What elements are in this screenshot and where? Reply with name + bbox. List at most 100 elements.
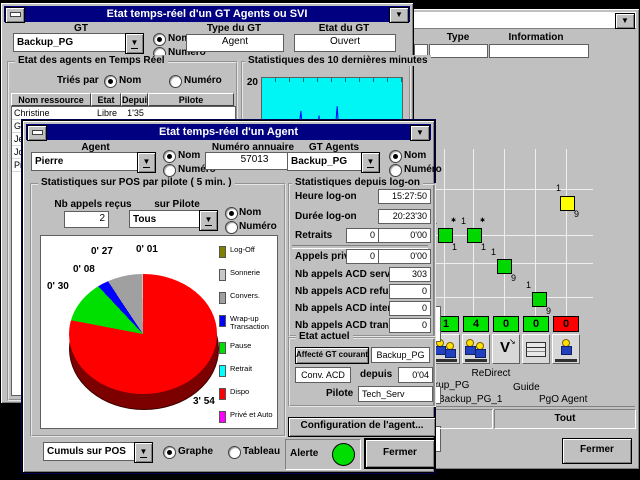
gt-select[interactable]: Backup_PG ▼ [13, 33, 144, 52]
agent-select[interactable]: Pierre ▼ [31, 152, 156, 171]
desk-icon [555, 359, 577, 362]
node-label: 1 [526, 280, 531, 290]
agent-fermer-button[interactable]: Fermer [365, 439, 435, 468]
node-mark: ✱ [480, 217, 485, 224]
appels-prives-time: 0'00 [378, 249, 431, 264]
status-cell-tout[interactable]: Tout [494, 409, 636, 429]
monitor-titlebar[interactable] [412, 12, 636, 29]
legend-label: Dispo [230, 388, 249, 396]
table-row[interactable]: ChristineLibre1'35 [12, 107, 235, 120]
grid-line [433, 235, 593, 236]
gt-type-label: Type du GT [184, 23, 284, 34]
gt-agents-select[interactable]: Backup_PG ▼ [287, 152, 380, 171]
monitor-fermer-button[interactable]: Fermer [562, 438, 632, 464]
legend-swatch [219, 411, 226, 423]
agent-numero-radio[interactable] [163, 164, 176, 177]
combo-dropdown-button[interactable]: ▼ [125, 33, 144, 54]
gt-select-value: Backup_PG [13, 33, 127, 52]
node-label: 1 [556, 183, 561, 193]
monitor-information-column-label: Information [501, 32, 571, 43]
gt-system-menu-button[interactable] [5, 7, 25, 23]
tries-nom-radio[interactable] [104, 75, 117, 88]
legend-item: Sonnerie [219, 269, 273, 281]
depuis-value: 0'04 [398, 367, 433, 383]
legend-swatch [219, 388, 226, 400]
affecte-gt-value: Backup_PG [371, 347, 430, 363]
tries-numero-radio-label: Numéro [184, 75, 222, 86]
agent-system-menu-button[interactable] [27, 125, 47, 141]
pilote-label: Pilote [326, 388, 353, 399]
combo-dropdown-button[interactable]: ▼ [361, 152, 380, 173]
col-depuis[interactable]: Depuis [121, 93, 148, 106]
configuration-button[interactable]: Configuration de l'agent... [288, 417, 436, 437]
pilote-nom-radio[interactable] [225, 207, 238, 220]
y-axis-tick: 20 [245, 77, 258, 88]
logon-stats-group: Statistiques depuis log-on Heure log-on … [288, 183, 436, 337]
retraits-time: 0'00 [378, 228, 431, 243]
node-mark: ✱ [451, 217, 456, 224]
monitor-information-field[interactable] [489, 44, 589, 58]
pie-label-wrapup: 0' 08 [73, 264, 95, 275]
pilote-nom-radio-label: Nom [239, 207, 261, 218]
gt-maximize-button[interactable]: ▼ [389, 7, 409, 23]
col-nom-ressource[interactable]: Nom ressource [11, 93, 91, 106]
duree-logon-label: Durée log-on [295, 211, 357, 222]
grid-line [433, 263, 593, 264]
gt-agents-numero-radio[interactable] [389, 164, 402, 177]
agent-nom-radio[interactable] [163, 150, 176, 163]
gt-agents-nom-radio-label: Nom [404, 150, 426, 161]
tableau-radio[interactable] [228, 446, 241, 459]
legend-label: Convers. [230, 292, 260, 300]
cumuls-select[interactable]: Cumuls sur POS ▼ [43, 442, 153, 461]
gt-agents-nom-radio[interactable] [389, 150, 402, 163]
tries-numero-radio[interactable] [169, 75, 182, 88]
pilote-numero-radio[interactable] [225, 221, 238, 234]
conv-acd-value: Conv. ACD [295, 367, 351, 383]
legend-swatch [219, 269, 226, 281]
pilote-numero-radio-label: Numéro [239, 221, 277, 232]
gt-titlebar[interactable]: Etat temps-réel d'un GT Agents ou SVI [4, 6, 410, 22]
acd-servis-value: 303 [389, 267, 431, 282]
legend-label: Log-Off [230, 246, 255, 254]
tableau-radio-label: Tableau [243, 446, 280, 457]
agents-icon[interactable] [462, 334, 490, 364]
agent-select-value: Pierre [31, 152, 139, 171]
sur-pilote-select[interactable]: Tous ▼ [129, 210, 218, 228]
diagram-node-yellow [560, 196, 575, 211]
label-backup-pg-1: Backup_PG_1 [438, 394, 503, 405]
combo-dropdown-button[interactable]: ▼ [137, 152, 156, 173]
affecte-gt-button[interactable]: Affecté GT courant [295, 347, 369, 364]
graphe-radio-label: Graphe [178, 446, 213, 457]
pie-chart [69, 274, 217, 394]
grid-line [566, 149, 567, 319]
agent-maximize-button[interactable]: ▼ [410, 125, 430, 141]
acd-transferes-value: 0 [389, 318, 431, 333]
pie-label-dispo: 3' 54 [193, 396, 215, 407]
agents-icon[interactable] [552, 334, 580, 364]
legend-label: Retrait [230, 365, 252, 373]
agent-titlebar[interactable]: Etat temps-réel d'un Agent [26, 124, 431, 140]
node-label: 1 [452, 242, 457, 252]
gt-agents-group-label: Etat des agents en Temps Réel [15, 55, 168, 66]
col-pilote[interactable]: Pilote [148, 93, 234, 106]
duree-logon-value: 20:23'30 [378, 209, 431, 224]
legend-item: Retrait [219, 365, 273, 377]
sur-pilote-label: sur Pilote [127, 199, 227, 210]
redirect-icon[interactable]: V ↘ [492, 334, 520, 364]
guide-icon[interactable] [522, 334, 550, 364]
monitor-type-field[interactable] [429, 44, 488, 58]
monitor-type-column-label: Type [428, 32, 488, 43]
combo-dropdown-button[interactable]: ▼ [199, 210, 218, 231]
tries-par-label: Triés par [57, 75, 99, 86]
pie-label-sonnerie: 0' 01 [136, 244, 158, 255]
graphe-radio[interactable] [163, 446, 176, 459]
col-etat[interactable]: Etat [91, 93, 121, 106]
queue-counter: 0 [553, 316, 579, 332]
alerte-indicator [332, 443, 355, 466]
combo-dropdown-button[interactable]: ▼ [134, 442, 153, 463]
label-redirect: ReDirect [456, 368, 526, 379]
gt-nom-radio[interactable] [153, 33, 166, 46]
legend-item: Dispo [219, 388, 273, 400]
monitor-restore-button[interactable]: ▼ [615, 13, 635, 29]
queue-counter: 0 [523, 316, 549, 332]
